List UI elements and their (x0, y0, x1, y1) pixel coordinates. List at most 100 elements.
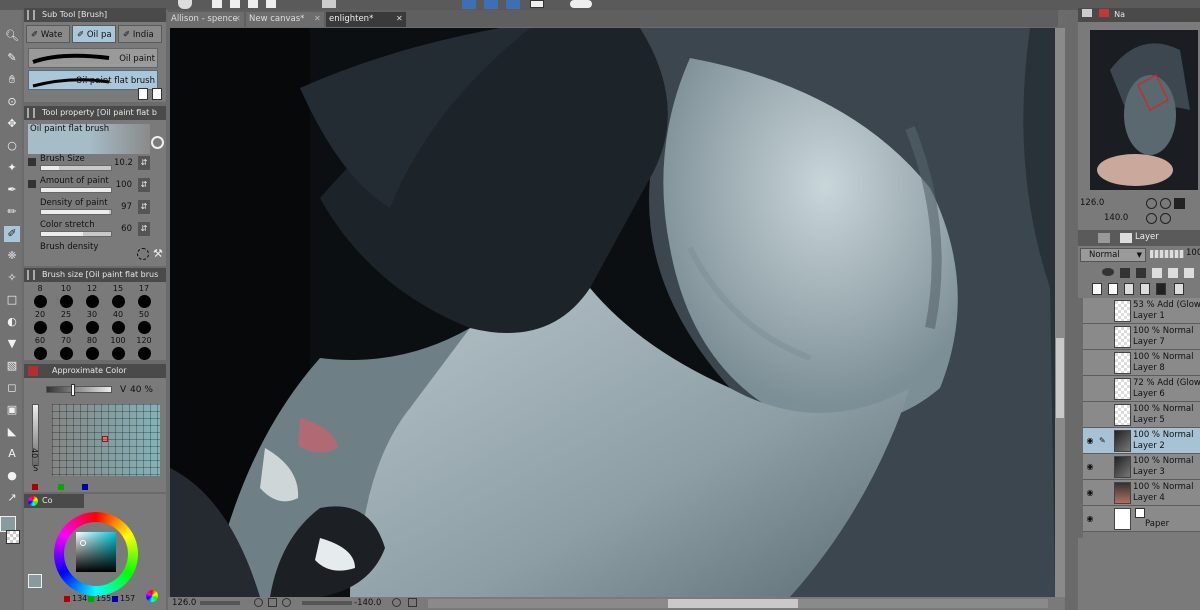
brush-size-preset[interactable]: 50 (132, 310, 156, 334)
subtool-tab-watercolor[interactable]: ✐ Wate (26, 25, 70, 43)
delete-subtool-icon[interactable] (152, 88, 162, 100)
blend-mode-select[interactable]: Normal ▼ (1080, 248, 1146, 262)
layer-row[interactable]: 53 % Add (Glow) Layer 1 (1083, 298, 1200, 324)
ruler-tool-icon[interactable]: ◣ (4, 424, 20, 440)
visibility-eye-icon[interactable]: ◉ (1084, 488, 1096, 498)
rotate-slider[interactable] (302, 601, 352, 605)
new-subtool-icon[interactable] (138, 88, 148, 100)
brush-size-preset[interactable]: 25 (54, 310, 78, 334)
spin-button-icon[interactable]: ⇵ (138, 156, 150, 170)
visibility-eye-icon[interactable] (1084, 306, 1096, 316)
open-icon[interactable] (230, 0, 240, 8)
brush-size-preset[interactable]: 30 (80, 310, 104, 334)
layer-row[interactable]: ◉ ✎ 100 % Normal Layer 2 (1083, 428, 1200, 454)
draft-icon[interactable] (1136, 268, 1146, 278)
property-value[interactable]: 60 (114, 224, 132, 234)
color-chip-blue[interactable] (82, 484, 88, 490)
property-row[interactable]: Color stretch 60 ⇵ (38, 220, 160, 242)
zoom-tool-icon[interactable]: 🔍︎ (4, 28, 20, 44)
visibility-eye-icon[interactable] (1084, 332, 1096, 342)
approx-color-grid[interactable] (52, 404, 160, 476)
layer-row[interactable]: 100 % Normal Layer 7 (1083, 324, 1200, 350)
visibility-eye-icon[interactable]: ◉ (1084, 514, 1096, 524)
horizontal-scrollbar[interactable] (428, 599, 1048, 608)
pressure-icon[interactable] (28, 180, 36, 188)
brush-icon[interactable]: ✐ (4, 226, 20, 242)
transform-icon[interactable] (322, 0, 336, 8)
flip-nav-icon[interactable] (1160, 213, 1171, 224)
property-value[interactable]: 100 (114, 180, 132, 190)
color-chip-green[interactable] (58, 484, 64, 490)
layer-row[interactable]: 100 % Normal Layer 8 (1083, 350, 1200, 376)
sv-square[interactable] (76, 532, 116, 572)
brush-size-preset[interactable]: 12 (80, 284, 104, 308)
opacity-slider[interactable] (1150, 250, 1184, 258)
property-value[interactable]: 10.2 (114, 158, 133, 168)
visibility-eye-icon[interactable]: ◉ (1084, 436, 1096, 446)
property-value[interactable]: 97 (114, 202, 132, 212)
layer-row[interactable]: ◉ Paper (1083, 506, 1200, 532)
new-raster-layer-icon[interactable] (1092, 283, 1102, 295)
brush-size-preset[interactable]: 15 (106, 284, 130, 308)
property-row[interactable]: Density of paint 97 ⇵ (38, 198, 160, 220)
property-slider[interactable] (40, 165, 112, 171)
save-icon[interactable] (248, 0, 258, 8)
property-slider[interactable] (40, 187, 112, 193)
snap-icon[interactable] (506, 0, 520, 9)
info-icon[interactable] (570, 0, 592, 8)
subtool-tab-oil[interactable]: ✐ Oil pa (72, 25, 116, 43)
brush-size-preset[interactable]: 70 (54, 336, 78, 360)
actual-size-icon[interactable] (268, 598, 277, 607)
palette-icon[interactable] (1168, 268, 1178, 278)
value-slider-thumb[interactable] (71, 384, 75, 396)
reference-icon[interactable] (1120, 268, 1130, 278)
settings-wrench-icon[interactable] (137, 248, 149, 260)
subtool-tab-india[interactable]: ✐ India (118, 25, 162, 43)
close-tab-icon[interactable]: ✕ (234, 14, 241, 23)
zoom-icon[interactable]: ⊙ (4, 94, 20, 110)
copy-icon[interactable] (266, 0, 276, 8)
visibility-eye-icon[interactable] (1084, 410, 1096, 420)
rotate-reset-icon[interactable] (392, 598, 401, 607)
brush-item-oil-flat[interactable]: Oil paint flat brush (28, 70, 158, 90)
brush-size-preset[interactable]: 10 (54, 284, 78, 308)
zoom-in-icon[interactable] (1160, 198, 1171, 209)
move-tool-icon[interactable]: ✥ (4, 116, 20, 132)
pressure-icon[interactable] (28, 158, 36, 166)
flip-icon[interactable] (408, 598, 417, 607)
doc-tab-allison[interactable]: Allison - spence (168, 12, 244, 27)
spin-button-icon[interactable]: ⇵ (138, 200, 150, 214)
brush-size-preset[interactable]: 20 (28, 310, 52, 334)
new-icon[interactable] (212, 0, 222, 8)
layer-row[interactable]: 100 % Normal Layer 5 (1083, 402, 1200, 428)
new-vector-layer-icon[interactable] (1108, 283, 1118, 295)
sub-color-swatch[interactable] (6, 530, 20, 544)
pen-icon[interactable]: ✎ (4, 50, 20, 66)
merge-down-icon[interactable] (1140, 283, 1150, 295)
airbrush-icon[interactable]: ❈ (4, 248, 20, 264)
doc-tab-new-canvas[interactable]: New canvas* (246, 12, 324, 27)
brush-size-preset[interactable]: 100 (106, 336, 130, 360)
pen-tool-icon[interactable] (462, 0, 476, 9)
layer-row[interactable]: ◉ 100 % Normal Layer 4 (1083, 480, 1200, 506)
figure-icon[interactable]: ◻ (4, 380, 20, 396)
spin-button-icon[interactable]: ⇵ (138, 222, 150, 236)
horizontal-scroll-thumb[interactable] (668, 599, 798, 608)
brush-size-preset[interactable]: 8 (28, 284, 52, 308)
brush-size-preset[interactable]: 17 (132, 284, 156, 308)
decoration-icon[interactable]: ✧ (4, 270, 20, 286)
layer-tab-label[interactable]: Layer (1135, 232, 1159, 242)
vertical-scroll-thumb[interactable] (1056, 338, 1064, 418)
magic-wand-icon[interactable]: ✦ (4, 160, 20, 176)
canvas[interactable] (170, 28, 1055, 597)
balloon-icon[interactable]: ● (4, 468, 20, 484)
spin-button-icon[interactable]: ⇵ (138, 178, 150, 192)
zoom-slider[interactable] (200, 601, 240, 605)
rotate-nav-icon[interactable] (1146, 213, 1157, 224)
visibility-eye-icon[interactable] (1084, 358, 1096, 368)
brush-item-oil-paint[interactable]: Oil paint (28, 48, 158, 68)
layer-row[interactable]: 72 % Add (Glow) Layer 6 (1083, 376, 1200, 402)
layer-mask-icon[interactable] (1156, 283, 1166, 295)
current-color-icon[interactable] (28, 574, 42, 588)
wrench-icon[interactable]: ⚒ (153, 248, 163, 260)
